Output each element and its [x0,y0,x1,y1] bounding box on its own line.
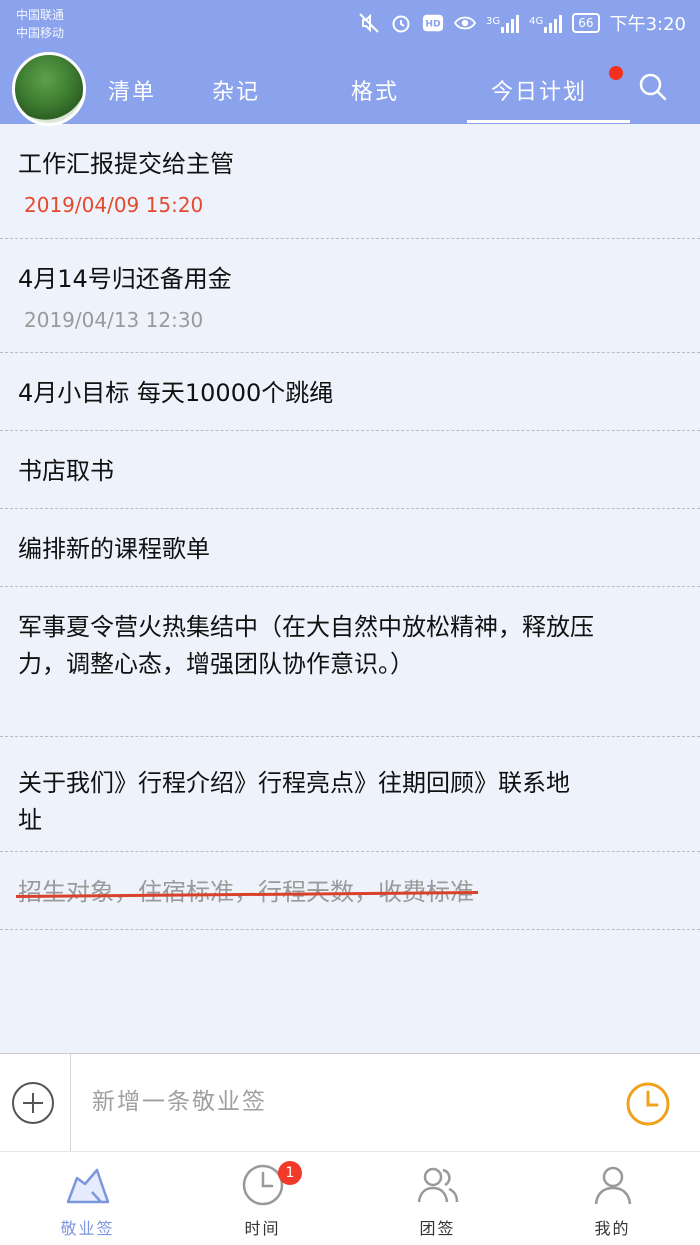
list-item[interactable]: 军事夏令营火热集结中（在大自然中放松精神，释放压力，调整心态，增强团队协作意识。… [0,587,700,737]
nav-label: 团签 [419,1219,456,1238]
notification-dot [609,66,623,80]
nav-label: 敬业签 [60,1219,115,1238]
new-item-input[interactable] [90,1088,594,1116]
user-icon [590,1162,636,1208]
item-reminder-date: 2019/04/13 12:30 [24,308,204,332]
tab-list[interactable]: 清单 [108,74,156,106]
tab-notes[interactable]: 杂记 [212,74,260,106]
team-icon [415,1162,461,1208]
list-item-completed[interactable]: 招生对象，住宿标准，行程天数，收费标准 [0,852,700,930]
list-item[interactable]: 工作汇报提交给主管 2019/04/09 15:20 [0,124,700,239]
nav-team[interactable]: 团签 [350,1152,525,1245]
nav-label: 我的 [594,1219,631,1238]
item-title: 工作汇报提交给主管 [18,150,234,178]
tab-today-plan[interactable]: 今日计划 [491,74,587,106]
nav-time[interactable]: 时间 [175,1152,350,1245]
tab-format[interactable]: 格式 [351,74,399,106]
active-tab-indicator [467,120,630,123]
alarm-icon [390,12,412,34]
search-icon[interactable] [638,72,668,102]
item-title: 书店取书 [18,457,114,485]
add-button[interactable] [0,1054,71,1152]
item-title: 招生对象，住宿标准，行程天数，收费标准 [18,874,474,911]
hd-icon: HD [422,12,444,34]
signal-bars-icon [544,13,563,33]
status-icons: HD 3G 4G 66 下午3:20 [358,9,686,37]
nav-label: 时间 [244,1219,281,1238]
carrier-1: 中国联通 [16,8,65,22]
item-title: 关于我们》行程介绍》行程亮点》往期回顾》联系地址 [18,769,570,834]
notes-icon [65,1162,111,1208]
status-time: 下午3:20 [609,14,686,35]
top-bar: 中国联通 中国移动 HD 3G 4G 66 下午3:20 清单 杂记 格式 今日… [0,0,700,126]
list-item[interactable]: 编排新的课程歌单 [0,509,700,587]
compose-bar [0,1053,700,1152]
mute-icon [358,12,380,34]
eye-icon [454,12,477,34]
todo-list: 工作汇报提交给主管 2019/04/09 15:20 4月14号归还备用金 20… [0,124,700,930]
carrier-2: 中国移动 [16,26,65,40]
list-item[interactable]: 4月小目标 每天10000个跳绳 [0,353,700,431]
bottom-nav: 敬业签 时间 1 团签 我的 [0,1151,700,1245]
svg-text:HD: HD [425,19,441,30]
list-item[interactable]: 关于我们》行程介绍》行程亮点》往期回顾》联系地址 [0,737,700,852]
clock-icon[interactable] [624,1080,672,1128]
time-badge: 1 [278,1161,302,1185]
carrier-info: 中国联通 中国移动 [16,6,64,42]
top-nav: 清单 杂记 格式 今日计划 [0,46,700,126]
nav-me[interactable]: 我的 [525,1152,700,1245]
avatar[interactable] [12,52,86,126]
item-title: 编排新的课程歌单 [18,535,210,563]
list-item[interactable]: 4月14号归还备用金 2019/04/13 12:30 [0,239,700,353]
signal-3g: 3G [486,13,520,33]
list-item[interactable]: 书店取书 [0,431,700,509]
signal-bars-icon [501,13,520,33]
item-title: 4月14号归还备用金 [18,265,232,293]
item-title: 军事夏令营火热集结中（在大自然中放松精神，释放压力，调整心态，增强团队协作意识。… [18,613,594,678]
battery-icon: 66 [572,13,600,33]
add-icon [12,1082,54,1124]
item-reminder-date: 2019/04/09 15:20 [24,193,204,217]
signal-4g: 4G [529,13,563,33]
status-bar: 中国联通 中国移动 HD 3G 4G 66 下午3:20 [0,0,700,46]
nav-jingyeqian[interactable]: 敬业签 [0,1152,175,1245]
item-title: 4月小目标 每天10000个跳绳 [18,379,334,407]
